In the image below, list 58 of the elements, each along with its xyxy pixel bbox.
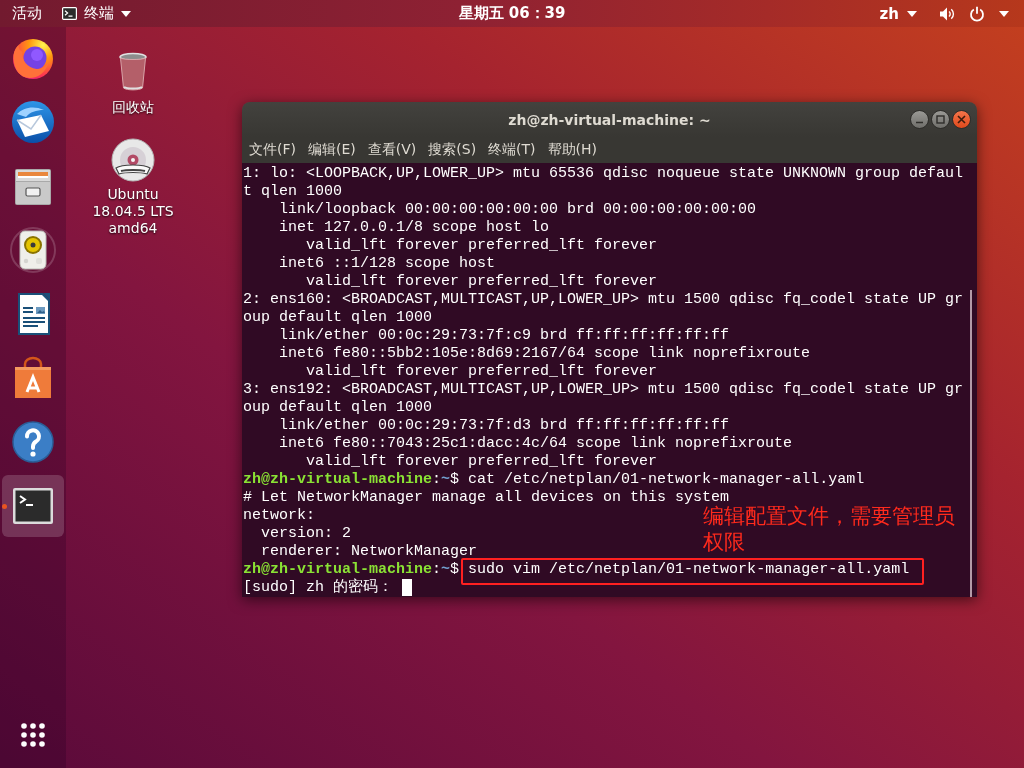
terminal-line: # Let NetworkManager manage all devices on this system <box>243 489 730 506</box>
terminal-line: network: <box>243 507 315 525</box>
desktop-icon-label: Ubuntu 18.04.5 LTS amd64 <box>91 186 175 237</box>
terminal-line: valid_lft forever preferred_lft forever <box>305 237 658 255</box>
menu-item[interactable]: 终端(T) <box>482 137 542 163</box>
terminal-line: inet6 fe80::7043:25c1:dacc:4c/64 scope link noprefixroute <box>278 435 793 453</box>
terminal-line: 3: ens192: <BROADCAST,MULTICAST,UP,LOWER_UP> mtu 1500 qdisc fq_codel state UP gr <box>243 381 964 399</box>
password-prompt: [sudo] zh 的密码： <box>243 579 393 597</box>
terminal-line: inet6 fe80::5bb2:105e:8d69:2167/64 scope link noprefixroute <box>278 345 811 363</box>
app-grid-icon <box>21 723 45 747</box>
terminal-line: valid_lft forever preferred_lft forever <box>305 453 658 471</box>
maximize-button[interactable] <box>931 110 950 129</box>
help-icon <box>9 418 57 466</box>
envelope-icon <box>9 98 57 146</box>
window-title: zh@zh-virtual-machine: ~ <box>508 111 711 128</box>
terminal-line: 1: lo: <LOOPBACK,UP,LOWER_UP> mtu 65536 qdisc noqueue state UNKNOWN group defaul <box>243 165 964 183</box>
annotation-text: 编辑配置文件，需要管理员权限 <box>703 504 956 555</box>
disc-icon[interactable] <box>109 138 157 182</box>
desktop-icon-label: 回收站 <box>111 99 155 116</box>
terminal-line: t qlen 1000 <box>243 183 343 201</box>
caret-icon <box>999 10 1009 17</box>
activities-button[interactable]: 活动 <box>0 0 52 27</box>
volume-icon <box>939 6 955 21</box>
menu-item[interactable]: 搜索(S) <box>422 137 483 163</box>
menu-item[interactable]: 编辑(E) <box>302 137 362 163</box>
terminal-line: valid_lft forever preferred_lft forever <box>305 363 658 381</box>
terminal-line: oup default qlen 1000 <box>243 399 433 417</box>
terminal-line: link/ether 00:0c:29:73:7f:c9 brd ff:ff:ff:ff:ff:ff <box>278 327 730 345</box>
caret-icon <box>121 10 131 17</box>
minimize-button[interactable] <box>910 110 929 129</box>
speaker-icon <box>9 226 57 274</box>
terminal-command: sudo vim /etc/netplan/01-network-manager-all.yaml <box>468 561 910 578</box>
menu-item[interactable]: 查看(V) <box>361 137 423 163</box>
menu-item[interactable]: 帮助(H) <box>541 137 604 163</box>
terminal-icon <box>62 7 77 20</box>
maximize-icon <box>936 115 945 124</box>
terminal-line: link/ether 00:0c:29:73:7f:d3 brd ff:ff:ff:ff:ff:ff <box>278 417 730 435</box>
terminal-line: valid_lft forever preferred_lft forever <box>305 273 658 291</box>
menu-item[interactable]: 文件(F) <box>243 137 302 163</box>
clock-button[interactable]: 星期五 06：39 <box>448 0 576 27</box>
terminal-command: cat /etc/netplan/01-network-manager-all.yaml <box>468 471 865 488</box>
caret-icon <box>907 10 917 17</box>
terminal-prompt: zh@zh-virtual-machine:~$ <box>243 471 460 489</box>
close-icon <box>957 115 966 124</box>
close-button[interactable] <box>952 110 971 129</box>
terminal-line: link/loopback 00:00:00:00:00:00 brd 00:00:00:00:00:00 <box>278 201 757 219</box>
terminal-line: inet6 ::1/128 scope host <box>278 255 496 273</box>
terminal-prompt: zh@zh-virtual-machine:~$ <box>243 561 460 578</box>
terminal-line: renderer: NetworkManager <box>260 543 478 561</box>
terminal-line: oup default qlen 1000 <box>243 309 433 327</box>
dock-item[interactable] <box>2 475 64 537</box>
terminal-line: version: 2 <box>260 525 352 543</box>
terminal-line: inet 127.0.0.1/8 scope host lo <box>278 219 550 237</box>
terminal-line: 2: ens160: <BROADCAST,MULTICAST,UP,LOWER_UP> mtu 1500 qdisc fq_codel state UP gr <box>243 291 964 309</box>
keyboard-layout-button[interactable]: zh <box>869 0 927 27</box>
app-menu-button[interactable]: 终端 <box>52 0 141 27</box>
scrollbar[interactable] <box>970 290 972 597</box>
power-icon <box>969 5 985 22</box>
